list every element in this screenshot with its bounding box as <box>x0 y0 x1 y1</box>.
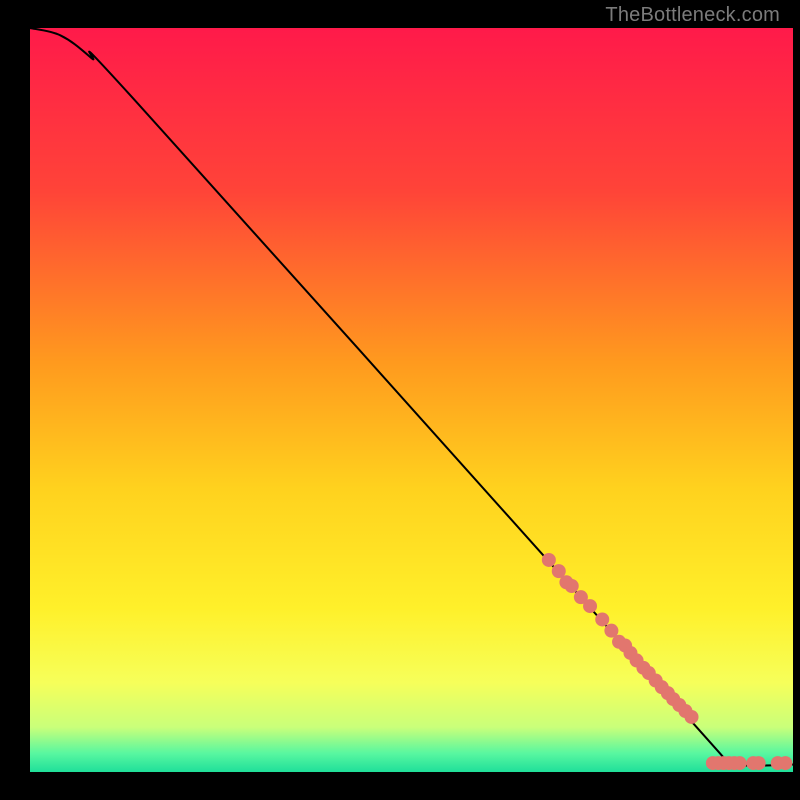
data-marker <box>595 612 609 626</box>
data-marker <box>685 710 699 724</box>
data-marker <box>733 756 747 770</box>
data-marker <box>752 756 766 770</box>
data-marker <box>565 579 579 593</box>
data-marker <box>583 599 597 613</box>
plot-background <box>30 28 793 772</box>
data-marker <box>778 756 792 770</box>
chart-container: TheBottleneck.com <box>0 0 800 800</box>
data-marker <box>542 553 556 567</box>
bottleneck-chart <box>0 0 800 800</box>
